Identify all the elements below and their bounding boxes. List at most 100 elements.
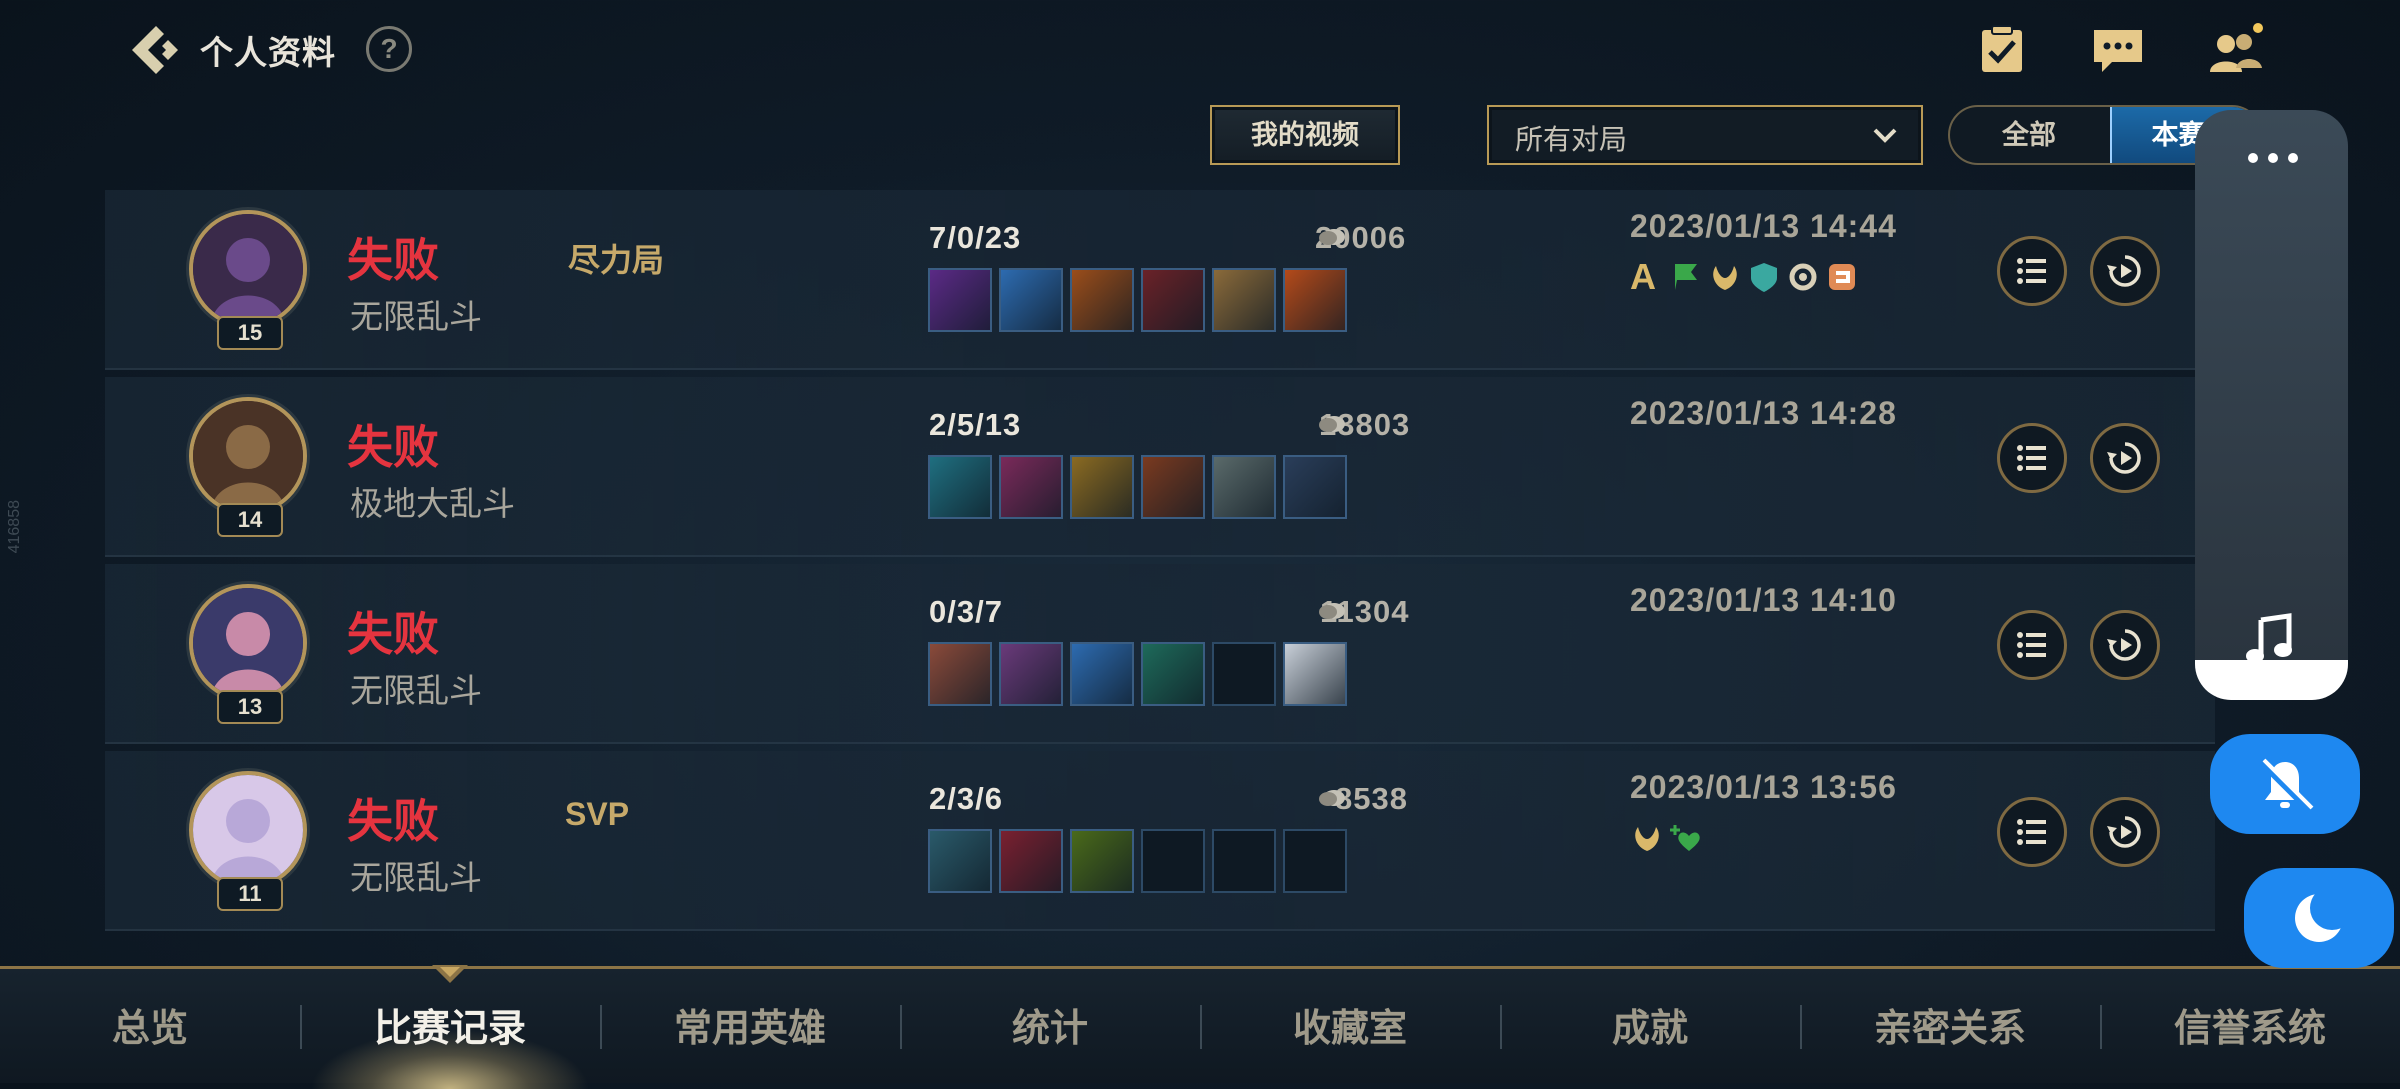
champion-level-badge: 11 [217, 877, 283, 911]
nav-divider [900, 1005, 902, 1049]
nav-tab[interactable]: 总览 [0, 997, 300, 1052]
kda-score: 2/5/13 [929, 407, 1022, 442]
match-replay-button[interactable] [2090, 610, 2160, 680]
match-result: 失败 [347, 234, 439, 286]
nav-divider [1200, 1005, 1202, 1049]
champion-level-badge: 13 [217, 690, 283, 724]
match-type-select[interactable]: 所有对局 [1487, 105, 1923, 165]
match-datetime: 2023/01/13 14:44 [1630, 208, 1897, 244]
match-datetime: 2023/01/13 13:56 [1630, 769, 1897, 805]
nav-tab[interactable]: 信誉系统 [2100, 997, 2400, 1052]
nav-tab[interactable]: 常用英雄 [600, 997, 900, 1052]
task-checklist-icon[interactable] [1974, 22, 2030, 78]
item-slot[interactable] [999, 642, 1063, 706]
item-slot[interactable] [1141, 268, 1205, 332]
item-slot[interactable] [1212, 455, 1276, 519]
match-datetime: 2023/01/13 14:10 [1630, 582, 1897, 618]
heart-plus-icon [1670, 825, 1700, 851]
help-button[interactable]: ? [366, 26, 412, 72]
gold-coin-icon [1319, 416, 1345, 432]
match-details-button[interactable] [1997, 797, 2067, 867]
chevron-down-icon [1873, 128, 1897, 143]
match-replay-button[interactable] [2090, 423, 2160, 493]
empty-item-slot[interactable] [1283, 829, 1347, 893]
page-title: 个人资料 [200, 34, 336, 71]
item-slot[interactable] [1283, 455, 1347, 519]
champion-avatar [189, 210, 307, 328]
item-slot[interactable] [999, 268, 1063, 332]
match-row[interactable]: 14 失败 极地大乱斗 2/5/13 13803 2023/01/13 14:28 [105, 377, 2215, 557]
item-slot[interactable] [1070, 642, 1134, 706]
item-slot[interactable] [1212, 268, 1276, 332]
more-options-icon[interactable] [2243, 148, 2303, 168]
match-result: 失败 [347, 421, 439, 473]
empty-item-slot[interactable] [1141, 829, 1205, 893]
nav-tab[interactable]: 比赛记录 [300, 997, 600, 1052]
item-slot[interactable] [1141, 642, 1205, 706]
nav-divider [2100, 1005, 2102, 1049]
match-replay-button[interactable] [2090, 797, 2160, 867]
list-icon [2017, 258, 2046, 284]
back-button[interactable] [120, 18, 184, 82]
friends-icon[interactable] [2206, 22, 2263, 78]
list-icon [2017, 445, 2046, 471]
mute-notifications-button[interactable] [2210, 734, 2360, 834]
champion-avatar [189, 771, 307, 889]
chat-icon[interactable] [2090, 22, 2146, 78]
item-slot[interactable] [1070, 268, 1134, 332]
match-details-button[interactable] [1997, 236, 2067, 306]
dark-mode-button[interactable] [2244, 868, 2394, 968]
my-videos-button[interactable]: 我的视频 [1210, 105, 1400, 165]
match-result: 失败 [347, 795, 439, 847]
kda-score: 2/3/6 [929, 781, 1003, 816]
champion-level-badge: 15 [217, 316, 283, 350]
rating-a-badge: A [1630, 256, 1656, 297]
floating-assistant-panel[interactable] [2195, 110, 2348, 700]
kda-score: 0/3/7 [929, 594, 1003, 629]
gold-coin-icon [1319, 229, 1345, 245]
nav-tab[interactable]: 亲密关系 [1800, 997, 2100, 1052]
item-slot[interactable] [928, 829, 992, 893]
kda-score: 7/0/23 [929, 220, 1022, 255]
bottom-navigation: 总览 比赛记录 常用英雄 统计 收藏室 成就 亲密关系 信誉系统 [0, 965, 2400, 1089]
match-row[interactable]: 15 失败 尽力局 无限乱斗 7/0/23 20006 2023/01/13 14:44 A [105, 190, 2215, 370]
nav-tab[interactable]: 统计 [900, 997, 1200, 1052]
item-slot[interactable] [928, 268, 992, 332]
empty-item-slot[interactable] [1212, 829, 1276, 893]
match-details-button[interactable] [1997, 423, 2067, 493]
item-slot[interactable] [1141, 455, 1205, 519]
item-slot[interactable] [928, 642, 992, 706]
gear-icon [1789, 263, 1817, 291]
match-result: 失败 [347, 608, 439, 660]
match-row[interactable]: 11 失败 SVP 无限乱斗 2/3/6 8538 2023/01/13 13:56 [105, 751, 2215, 931]
match-tag: SVP [565, 796, 630, 832]
item-slot[interactable] [1283, 642, 1347, 706]
music-note-icon[interactable] [2243, 610, 2299, 666]
item-slot[interactable] [999, 829, 1063, 893]
nav-divider [300, 1005, 302, 1049]
nav-divider [1500, 1005, 1502, 1049]
match-datetime: 2023/01/13 14:28 [1630, 395, 1897, 431]
nav-divider [600, 1005, 602, 1049]
item-slot[interactable] [1283, 268, 1347, 332]
item-slot[interactable] [928, 455, 992, 519]
replay-icon [2107, 255, 2141, 287]
list-icon [2017, 632, 2046, 658]
match-replay-button[interactable] [2090, 236, 2160, 306]
champion-avatar [189, 397, 307, 515]
match-details-button[interactable] [1997, 610, 2067, 680]
item-slot[interactable] [999, 455, 1063, 519]
item-slot[interactable] [1070, 829, 1134, 893]
segment-all[interactable]: 全部 [1950, 107, 2108, 163]
wings-icon [1713, 266, 1737, 290]
shield-icon [1751, 263, 1777, 292]
empty-item-slot[interactable] [1212, 642, 1276, 706]
nav-tab[interactable]: 成就 [1500, 997, 1800, 1052]
link-icon [1829, 264, 1855, 290]
match-row[interactable]: 13 失败 无限乱斗 0/3/7 11304 2023/01/13 14:10 [105, 564, 2215, 744]
game-mode: 无限乱斗 [350, 298, 482, 335]
floating-panel-footer [2195, 660, 2348, 700]
item-slot[interactable] [1070, 455, 1134, 519]
nav-tab[interactable]: 收藏室 [1200, 997, 1500, 1052]
game-mode: 极地大乱斗 [350, 485, 515, 522]
